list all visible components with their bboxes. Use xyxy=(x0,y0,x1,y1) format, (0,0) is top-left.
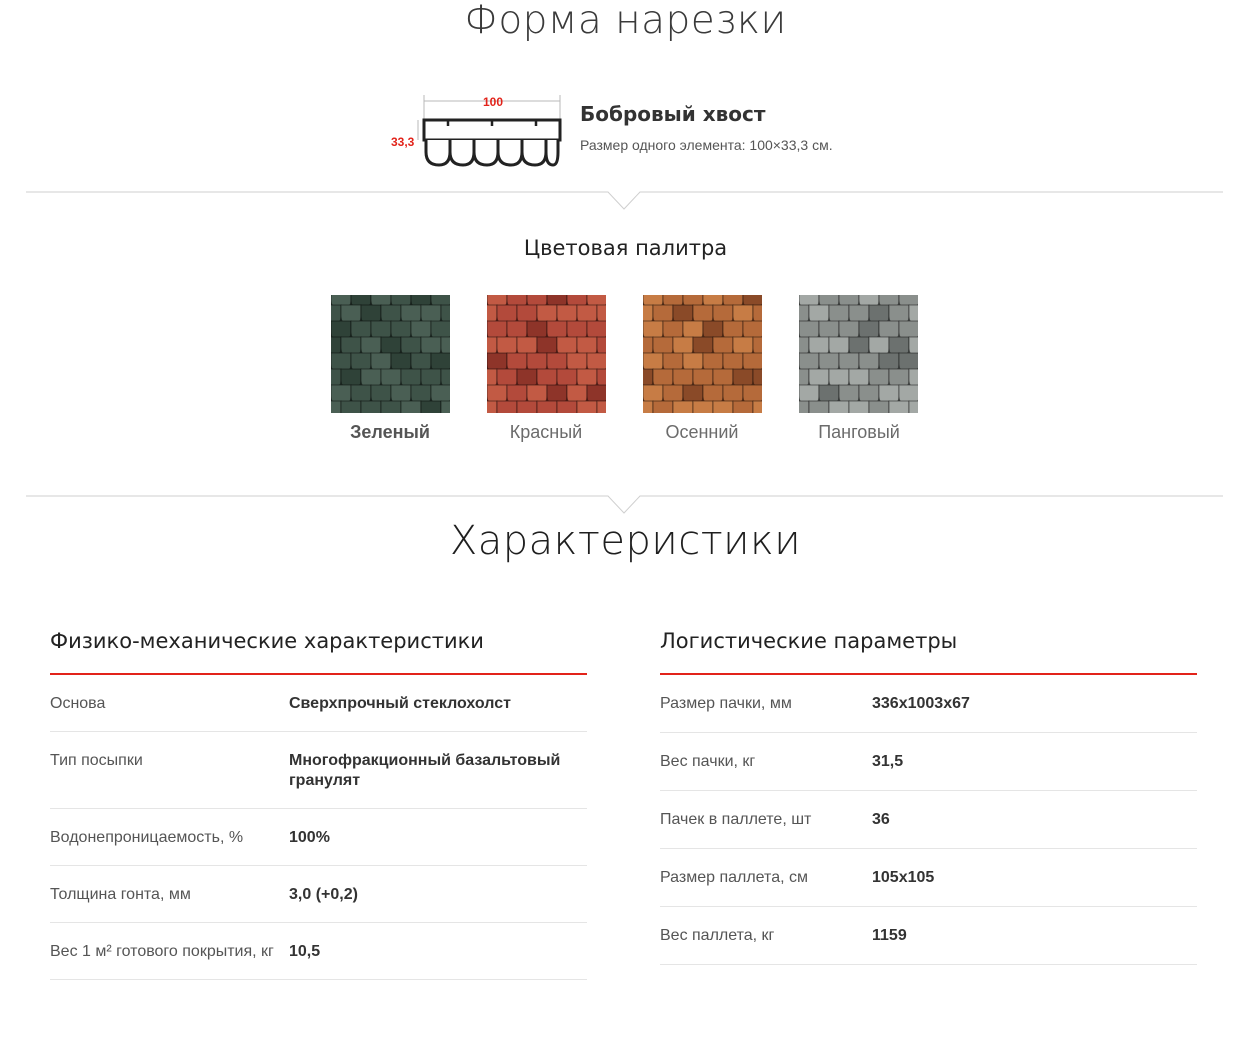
color-label-pangovy[interactable]: Панговый xyxy=(779,422,939,443)
shingle-scale xyxy=(440,400,450,413)
section-divider xyxy=(26,486,1223,514)
shingle-scale xyxy=(340,400,362,413)
shingle-scale xyxy=(360,400,382,413)
table-row: Толщина гонта, мм 3,0 (+0,2) xyxy=(50,866,587,923)
row-key: Толщина гонта, мм xyxy=(50,886,191,903)
logistics-table-title: Логистические параметры xyxy=(660,626,1197,675)
shingle-scale xyxy=(712,400,734,413)
shingle-scale xyxy=(848,400,870,413)
shingle-scale xyxy=(908,400,918,413)
section-divider xyxy=(26,182,1223,210)
shingle-scale xyxy=(380,400,402,413)
table-row: Пачек в паллете, шт 36 xyxy=(660,791,1197,849)
shape-height-label: 33,3 xyxy=(391,135,415,149)
shingle-scale xyxy=(888,400,910,413)
row-key: Водонепроницаемость, % xyxy=(50,829,244,846)
row-value: 36 xyxy=(872,811,890,828)
color-swatch-red[interactable] xyxy=(487,295,606,413)
cut-shape-title: Форма нарезки xyxy=(464,0,787,43)
table-row: Вес пачки, кг 31,5 xyxy=(660,733,1197,791)
color-swatch-autumn[interactable] xyxy=(643,295,762,413)
shingle-scale xyxy=(752,400,762,413)
shingle-scale xyxy=(868,400,890,413)
shingle-scale xyxy=(331,400,342,413)
color-label-red[interactable]: Красный xyxy=(466,422,626,443)
table-row: Размер пачки, мм 336x1003x67 xyxy=(660,675,1197,733)
shingle-scale xyxy=(487,400,498,413)
row-value: Сверхпрочный стеклохолст xyxy=(289,695,511,712)
row-key: Пачек в паллете, шт xyxy=(660,811,812,828)
shingle-scale xyxy=(808,400,830,413)
shape-size-text: Размер одного элемента: 100×33,3 см. xyxy=(580,137,833,153)
row-value: 1159 xyxy=(872,927,907,944)
color-swatch-pangovy[interactable] xyxy=(799,295,918,413)
shingle-scale xyxy=(643,400,654,413)
shingle-scale xyxy=(400,400,422,413)
table-row: Вес 1 м² готового покрытия, кг 10,5 xyxy=(50,923,587,980)
table-row: Водонепроницаемость, % 100% xyxy=(50,809,587,866)
table-row: Размер паллета, см 105x105 xyxy=(660,849,1197,907)
row-key: Размер пачки, мм xyxy=(660,695,792,712)
shingle-scale xyxy=(536,400,558,413)
shingle-scale xyxy=(652,400,674,413)
row-value: 31,5 xyxy=(872,753,904,770)
row-key: Вес паллета, кг xyxy=(660,927,775,944)
row-key: Основа xyxy=(50,695,106,712)
row-value: 336x1003x67 xyxy=(872,695,970,712)
row-value: 3,0 (+0,2) xyxy=(289,886,358,903)
row-key: Вес 1 м² готового покрытия, кг xyxy=(50,943,274,960)
color-label-autumn[interactable]: Осенний xyxy=(622,422,782,443)
shingle-scale xyxy=(420,400,442,413)
shingle-scale xyxy=(692,400,714,413)
row-key: Тип посыпки xyxy=(50,752,143,769)
palette-title: Цветовая палитра xyxy=(523,236,728,260)
shingle-scale xyxy=(516,400,538,413)
row-value: 105x105 xyxy=(872,869,935,886)
shingle-scale xyxy=(672,400,694,413)
color-swatch-green[interactable] xyxy=(331,295,450,413)
shingle-scale xyxy=(596,400,606,413)
row-value: 100% xyxy=(289,829,330,846)
shape-info: 100 33,3 Бобровый хвост Размер одного эл… xyxy=(388,92,908,172)
shingle-scale xyxy=(556,400,578,413)
row-key: Размер паллета, см xyxy=(660,869,808,886)
logistics-parameters-table: Логистические параметры Размер пачки, мм… xyxy=(660,626,1197,965)
table-row: Тип посыпки Многофракционный базальтовый… xyxy=(50,732,587,809)
shape-name: Бобровый хвост xyxy=(580,102,766,126)
row-value: Многофракционный базальтовый гранулят xyxy=(289,752,561,789)
shape-width-label: 100 xyxy=(483,95,503,109)
beaver-tail-shape-icon: 100 33,3 xyxy=(391,95,562,167)
table-row: Вес паллета, кг 1159 xyxy=(660,907,1197,965)
shingle-scale xyxy=(799,400,810,413)
table-row: Основа Сверхпрочный стеклохолст xyxy=(50,675,587,732)
physical-table-title: Физико-механические характеристики xyxy=(50,626,587,675)
characteristics-title: Характеристики xyxy=(449,518,802,564)
color-label-green[interactable]: Зеленый xyxy=(310,422,470,443)
shingle-scale xyxy=(496,400,518,413)
shingle-scale xyxy=(576,400,598,413)
physical-characteristics-table: Физико-механические характеристики Основ… xyxy=(50,626,587,980)
shingle-scale xyxy=(828,400,850,413)
shingle-scale xyxy=(732,400,754,413)
row-key: Вес пачки, кг xyxy=(660,753,756,770)
row-value: 10,5 xyxy=(289,943,321,960)
